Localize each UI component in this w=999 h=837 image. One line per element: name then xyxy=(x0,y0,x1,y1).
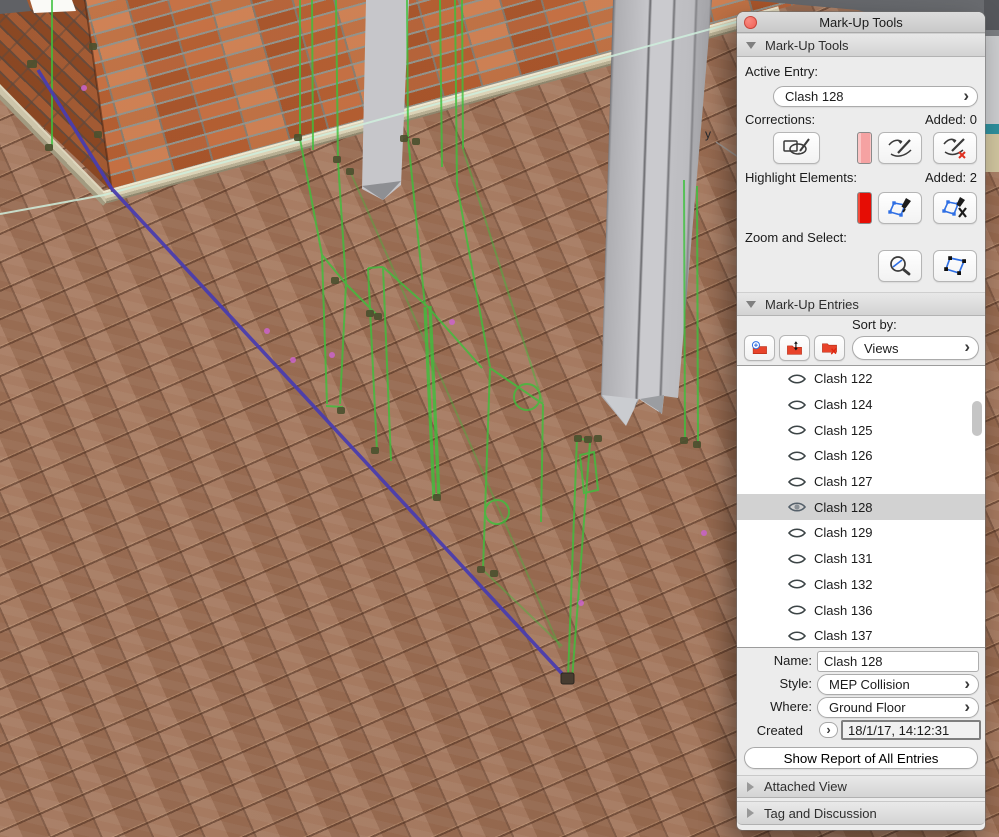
list-item[interactable]: Clash 131 xyxy=(737,546,985,572)
section-markup-entries[interactable]: Mark-Up Entries xyxy=(737,292,985,316)
active-entry-label: Active Entry: xyxy=(745,64,818,79)
app-window: y Mark-Up Tools Mark-Up Tools Active Ent… xyxy=(0,0,999,837)
disclosure-down-icon xyxy=(746,300,756,308)
entries-list[interactable]: Clash 122 Clash 124 Clash 125 Clash 126 … xyxy=(737,365,985,648)
markup-tools-palette: Mark-Up Tools Mark-Up Tools Active Entry… xyxy=(737,12,985,830)
list-item[interactable]: Clash 129 xyxy=(737,520,985,546)
eye-closed-icon xyxy=(787,374,807,384)
style-label: Style: xyxy=(779,676,812,691)
name-field[interactable]: Clash 128 xyxy=(817,651,979,672)
list-item[interactable]: Clash 137 xyxy=(737,623,985,647)
where-label: Where: xyxy=(770,699,812,714)
shape-pencil-icon xyxy=(782,138,810,155)
polygon-brush-icon xyxy=(888,198,911,217)
eye-closed-icon xyxy=(787,605,807,615)
add-correction-button[interactable] xyxy=(878,132,922,164)
corrections-label: Corrections: xyxy=(745,112,816,127)
list-item[interactable]: Clash 127 xyxy=(737,469,985,495)
disclosure-right-icon xyxy=(747,781,754,792)
delete-entry-button[interactable] xyxy=(814,335,845,361)
show-report-button[interactable]: Show Report of All Entries xyxy=(744,747,978,769)
list-item-selected[interactable]: Clash 128 xyxy=(737,494,985,521)
eye-closed-icon xyxy=(787,425,807,435)
folder-updown-icon xyxy=(787,341,802,355)
pen-add-icon xyxy=(888,139,912,157)
highlight-added-count: Added: 2 xyxy=(924,170,977,185)
active-entry-dropdown[interactable]: Clash 128 › xyxy=(773,86,978,107)
disclosure-right-icon xyxy=(747,808,754,818)
folder-add-icon xyxy=(751,341,767,354)
section-attached-view[interactable]: Attached View xyxy=(737,775,985,798)
building-edge-sliver xyxy=(984,0,999,172)
remove-correction-button[interactable] xyxy=(933,132,977,164)
list-item[interactable]: Clash 132 xyxy=(737,572,985,598)
eye-closed-icon xyxy=(787,528,807,538)
folder-delete-icon xyxy=(822,343,837,355)
section-tag-discussion[interactable]: Tag and Discussion xyxy=(737,801,985,825)
highlight-remove-button[interactable] xyxy=(933,192,977,224)
eye-closed-icon xyxy=(787,579,807,589)
highlight-paint-button[interactable] xyxy=(878,192,922,224)
eye-closed-icon xyxy=(787,451,807,461)
correction-color-swatch[interactable] xyxy=(857,132,872,164)
eye-closed-icon xyxy=(787,631,807,641)
magnifier-icon xyxy=(890,256,911,276)
select-elements-button[interactable] xyxy=(933,250,977,282)
chevron-right-icon: › xyxy=(964,673,970,693)
zoom-to-elements-button[interactable] xyxy=(878,250,922,282)
eye-closed-icon xyxy=(787,477,807,487)
style-dropdown[interactable]: MEP Collision › xyxy=(817,674,979,695)
corrections-added-count: Added: 0 xyxy=(924,112,977,127)
eye-closed-icon xyxy=(787,399,807,410)
created-date-field: 18/1/17, 14:12:31 xyxy=(841,720,981,740)
correction-draw-button[interactable] xyxy=(773,132,820,164)
palette-titlebar[interactable]: Mark-Up Tools xyxy=(737,12,985,33)
close-button[interactable] xyxy=(744,16,757,29)
new-entry-button[interactable] xyxy=(744,335,775,361)
section-markup-tools[interactable]: Mark-Up Tools xyxy=(737,33,985,57)
eye-closed-icon xyxy=(787,554,807,564)
marquee-polygon-icon xyxy=(944,256,966,275)
sort-by-dropdown[interactable]: Views › xyxy=(852,336,979,360)
eye-open-icon xyxy=(787,502,807,512)
list-item[interactable]: Clash 126 xyxy=(737,443,985,469)
where-dropdown[interactable]: Ground Floor › xyxy=(817,697,979,718)
list-item[interactable]: Clash 122 xyxy=(737,366,985,392)
palette-title: Mark-Up Tools xyxy=(819,14,903,30)
created-label: Created xyxy=(756,723,803,738)
chevron-right-icon: › xyxy=(964,337,970,356)
highlight-color-swatch[interactable] xyxy=(857,192,872,224)
list-item[interactable]: Clash 125 xyxy=(737,417,985,443)
highlight-elements-label: Highlight Elements: xyxy=(745,170,857,185)
created-expand-button[interactable]: › xyxy=(819,722,838,738)
zoom-select-label: Zoom and Select: xyxy=(745,230,847,245)
sort-by-label: Sort by: xyxy=(852,317,897,332)
disclosure-down-icon xyxy=(746,41,756,49)
chevron-right-icon: › xyxy=(963,85,969,105)
name-label: Name: xyxy=(773,653,812,668)
pen-delete-icon xyxy=(943,138,966,159)
list-scrollbar-thumb[interactable] xyxy=(972,401,982,436)
chevron-right-icon: › xyxy=(826,722,831,737)
list-item[interactable]: Clash 136 xyxy=(737,597,985,623)
list-item[interactable]: Clash 124 xyxy=(737,392,985,418)
polygon-brush-delete-icon xyxy=(942,197,967,218)
move-entry-button[interactable] xyxy=(779,335,810,361)
axis-y-label: y xyxy=(705,127,711,141)
chevron-right-icon: › xyxy=(964,696,970,716)
